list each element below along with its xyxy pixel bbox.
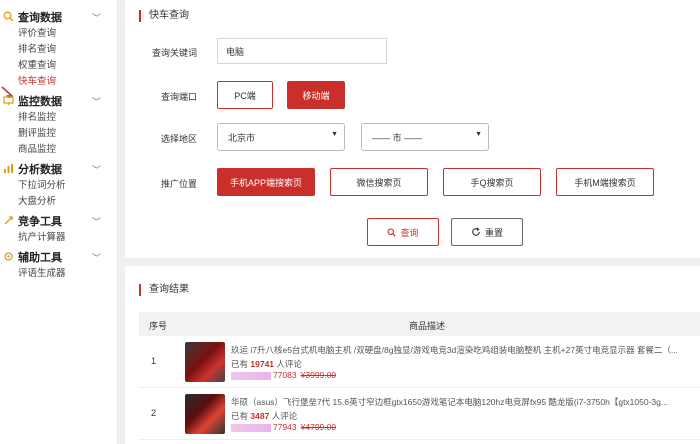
sidebar-item-review-query[interactable]: 评价查询	[0, 26, 117, 42]
sidebar-group-label: 辅助工具	[18, 252, 62, 264]
province-select-value: 北京市	[228, 132, 256, 143]
sidebar-item-rank-query[interactable]: 排名查询	[0, 42, 117, 58]
product-desc[interactable]: 华硕（asus）飞行堡垒7代 15.6英寸窄边框gtx1650游戏笔记本电脑12…	[231, 396, 700, 408]
panel-title: 快车查询	[139, 10, 189, 22]
product-thumbnail[interactable]	[185, 394, 225, 434]
monitor-data-icon	[3, 96, 14, 105]
search-icon	[387, 227, 397, 237]
sidebar-item-product-monitor[interactable]: 商品监控	[0, 142, 117, 158]
sidebar-item-delete-review-monitor[interactable]: 删评监控	[0, 126, 117, 142]
position-option-qq[interactable]: 手Q搜索页	[443, 168, 541, 196]
product-review-count: 已有 19741 人评论	[231, 358, 302, 370]
meta-suffix: 人评论	[271, 411, 298, 421]
search-button[interactable]: 查询	[367, 218, 439, 246]
refresh-icon	[472, 227, 480, 236]
column-header-desc: 商品描述	[409, 321, 446, 331]
meta-prefix: 已有	[231, 411, 249, 421]
position-option-m[interactable]: 手机M端搜索页	[556, 168, 654, 196]
panel-title: 查询结果	[139, 284, 189, 296]
sidebar-group-competition[interactable]: 竞争工具 ﹀	[0, 212, 117, 230]
chevron-down-icon: ﹀	[92, 253, 102, 263]
sidebar-group-analysis[interactable]: 分析数据 ﹀	[0, 160, 117, 178]
city-select[interactable]: —— 市 —— ▼	[361, 123, 489, 151]
price-value: 77943	[273, 422, 297, 432]
reset-button-label: 重置	[484, 227, 503, 238]
results-panel: 查询结果 序号 商品描述 1 玖运 i7升八核e5台式机电脑主机 /双硬盘/8g…	[125, 266, 700, 444]
sidebar: 查询数据 ﹀ 评价查询 排名查询 权重查询 快车查询 监控数据 ﹀ 排名监控 删…	[0, 0, 118, 444]
sidebar-group-label: 竞争工具	[18, 216, 62, 228]
meta-suffix: 人评论	[276, 359, 302, 369]
original-price: ¥3999.00	[300, 370, 337, 380]
competition-tool-icon	[4, 216, 13, 225]
query-panel: 快车查询 查询关键词 电脑 查询端口 PC端 移动端 选择地区 北京市 ▼ ——…	[125, 0, 700, 258]
position-option-app[interactable]: 手机APP端搜索页	[217, 168, 315, 196]
review-count: 19741	[250, 359, 275, 369]
sidebar-group-monitor[interactable]: 监控数据 ﹀	[0, 92, 117, 110]
search-button-label: 查询	[400, 227, 419, 238]
product-price: 77943 ¥4799.00	[231, 422, 336, 432]
sidebar-group-query[interactable]: 查询数据 ﹀	[0, 8, 117, 26]
sidebar-item-rank-monitor[interactable]: 排名监控	[0, 110, 117, 126]
original-price: ¥4799.00	[300, 422, 337, 432]
product-desc[interactable]: 玖运 i7升八核e5台式机电脑主机 /双硬盘/8g独显/游戏电竞3d渲染吃鸡组装…	[231, 344, 700, 356]
sidebar-item-express-query[interactable]: 快车查询	[0, 74, 117, 90]
keyword-label: 查询关键词	[152, 48, 198, 58]
sidebar-item-market-analysis[interactable]: 大盘分析	[0, 194, 117, 210]
product-thumbnail[interactable]	[185, 342, 225, 382]
city-select-value: —— 市 ——	[372, 132, 423, 143]
sidebar-item-dropdown-analysis[interactable]: 下拉词分析	[0, 178, 117, 194]
column-header-index: 序号	[149, 321, 168, 331]
search-data-icon	[3, 11, 14, 22]
caret-down-icon: ▼	[475, 131, 482, 138]
sidebar-item-calculator[interactable]: 抗产计算器	[0, 230, 117, 246]
row-index: 1	[151, 356, 157, 366]
region-label: 选择地区	[161, 134, 198, 144]
sidebar-group-label: 分析数据	[18, 164, 62, 176]
port-option-mobile[interactable]: 移动端	[287, 81, 345, 109]
product-price: 77083 ¥3999.00	[231, 370, 336, 380]
sidebar-group-label: 监控数据	[18, 96, 62, 108]
table-row[interactable]: 2 华硕（asus）飞行堡垒7代 15.6英寸窄边框gtx1650游戏笔记本电脑…	[139, 390, 700, 440]
reset-button[interactable]: 重置	[451, 218, 523, 246]
table-row[interactable]: 1 玖运 i7升八核e5台式机电脑主机 /双硬盘/8g独显/游戏电竞3d渲染吃鸡…	[139, 338, 700, 388]
chevron-down-icon: ﹀	[92, 217, 102, 227]
keyword-input[interactable]: 电脑	[217, 38, 387, 64]
sidebar-item-comment-generator[interactable]: 评语生成器	[0, 266, 117, 282]
port-option-pc[interactable]: PC端	[217, 81, 273, 109]
price-value: 77083	[273, 370, 297, 380]
row-index: 2	[151, 408, 157, 418]
table-header: 序号 商品描述	[139, 312, 700, 336]
position-option-wechat[interactable]: 微信搜索页	[330, 168, 428, 196]
province-select[interactable]: 北京市 ▼	[217, 123, 345, 151]
sidebar-group-assist[interactable]: 辅助工具 ﹀	[0, 248, 117, 266]
caret-down-icon: ▼	[331, 131, 338, 138]
product-review-count: 已有 3487 人评论	[231, 410, 297, 422]
position-label: 推广位置	[161, 179, 198, 189]
blurred-price-mask	[231, 371, 271, 380]
meta-prefix: 已有	[231, 359, 249, 369]
review-count: 3487	[250, 411, 270, 421]
chevron-down-icon: ﹀	[92, 97, 102, 107]
assist-tool-icon	[4, 252, 13, 261]
chevron-down-icon: ﹀	[92, 165, 102, 175]
sidebar-item-weight-query[interactable]: 权重查询	[0, 58, 117, 74]
analysis-data-icon	[4, 164, 13, 173]
port-label: 查询端口	[161, 92, 198, 102]
sidebar-group-label: 查询数据	[18, 12, 62, 24]
blurred-price-mask	[231, 423, 271, 432]
chevron-down-icon: ﹀	[92, 13, 102, 23]
